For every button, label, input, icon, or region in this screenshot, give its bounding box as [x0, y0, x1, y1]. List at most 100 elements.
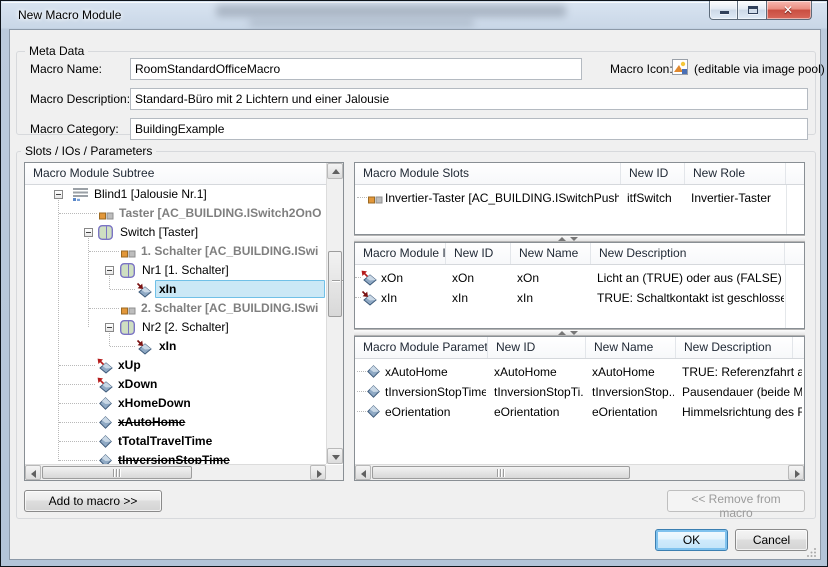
tree-item-ttotaltraveltime[interactable]: tTotalTravelTime [25, 432, 326, 451]
parameter-icon [99, 416, 112, 432]
splitter-down-arrow[interactable] [570, 331, 578, 335]
column-header[interactable]: New ID [488, 337, 586, 358]
tree-item-xin-selected[interactable]: xIn [25, 280, 326, 299]
splitter-down-arrow[interactable] [570, 237, 578, 241]
macro-category-input[interactable] [130, 118, 808, 140]
ios-table-row[interactable]: xOn xOn xOn Licht an (TRUE) oder aus (FA… [355, 268, 804, 288]
column-header-spacer [785, 243, 804, 264]
params-table-row[interactable]: eOrientation eOrientation eOrientation H… [355, 402, 804, 422]
tree-item-xhomedown[interactable]: xHomeDown [25, 394, 326, 413]
tree-item-schalter2[interactable]: 2. Schalter [AC_BUILDING.ISwi [25, 299, 326, 318]
ok-button[interactable]: OK [655, 529, 728, 551]
tree-item-xdown[interactable]: xDown [25, 375, 326, 394]
scroll-up-button[interactable] [327, 163, 343, 179]
tree-header-label: Macro Module Subtree [25, 163, 326, 184]
collapse-icon[interactable] [84, 228, 93, 237]
tree-item-xup[interactable]: xUp [25, 356, 326, 375]
macro-description-label: Macro Description: [30, 92, 130, 106]
column-header[interactable]: Macro Module Slots [355, 163, 621, 184]
params-table-header[interactable]: Macro Module Paramet... New ID New Name … [355, 337, 804, 359]
param-name: xAutoHome [385, 365, 486, 379]
tree-item-label-selected: xIn [155, 280, 325, 298]
collapse-icon[interactable] [54, 190, 63, 199]
scroll-down-button[interactable] [327, 448, 343, 464]
macro-description-input[interactable] [130, 88, 808, 110]
scroll-right-button[interactable] [310, 465, 326, 480]
collapse-icon[interactable] [105, 266, 114, 275]
column-header[interactable]: New Name [586, 337, 676, 358]
scrollbar-thumb[interactable] [328, 251, 342, 317]
column-header-spacer [786, 163, 804, 184]
column-header[interactable]: New Role [685, 163, 786, 184]
param-name: tInversionStopTime [385, 385, 486, 399]
column-header[interactable]: New Description [676, 337, 793, 358]
close-button[interactable]: ✕ [767, 1, 812, 20]
tree-horizontal-scrollbar[interactable] [25, 464, 326, 480]
param-new-name: xAutoHome [592, 365, 674, 379]
param-name: eOrientation [385, 405, 486, 419]
splitter-up-arrow[interactable] [558, 331, 566, 335]
tree-item-tinversionstoptime[interactable]: tInversionStopTime [25, 451, 326, 464]
splitter-ios-params[interactable] [354, 329, 805, 336]
window-controls: ✕ [709, 1, 812, 20]
minimize-button[interactable] [709, 1, 738, 20]
param-new-id: tInversionStopTi... [494, 385, 584, 399]
scroll-left-button[interactable] [355, 465, 371, 480]
param-new-description: TRUE: Referenzfahrt auto [682, 365, 802, 379]
column-header[interactable]: New ID [446, 243, 511, 264]
tree-item-switch[interactable]: Switch [Taster] [25, 223, 326, 242]
resize-grip[interactable] [807, 546, 817, 556]
scroll-right-button[interactable] [788, 465, 804, 480]
slot-icon [99, 209, 114, 223]
tree-item-taster[interactable]: Taster [AC_BUILDING.ISwitch2OnO [25, 204, 326, 223]
slot-new-id: itfSwitch [627, 191, 683, 205]
parameter-icon [367, 405, 380, 421]
maximize-button[interactable] [738, 1, 767, 20]
slots-table-row[interactable]: Invertier-Taster [AC_BUILDING.ISwitchPus… [355, 188, 804, 208]
tree-item-label: tInversionStopTime [118, 453, 230, 464]
cancel-button[interactable]: Cancel [735, 529, 808, 551]
column-header[interactable]: Macro Module Paramet... [355, 337, 488, 358]
column-header[interactable]: New Name [511, 243, 591, 264]
tree-item-label: xUp [118, 358, 141, 372]
params-table-row[interactable]: tInversionStopTime tInversionStopTi... t… [355, 382, 804, 402]
macro-image-icon[interactable] [672, 59, 688, 78]
tree-item-xautohome[interactable]: xAutoHome [25, 413, 326, 432]
glass-blur-artifact [216, 5, 566, 17]
tree-item-xin2[interactable]: xIn [25, 337, 326, 356]
splitter-slots-ios[interactable] [354, 235, 805, 242]
tree-item-nr2[interactable]: Nr2 [2. Schalter] [25, 318, 326, 337]
ios-table-row[interactable]: xIn xIn xIn TRUE: Schaltkontakt ist gesc… [355, 288, 804, 308]
tree-item-blind1[interactable]: Blind1 [Jalousie Nr.1] [25, 185, 326, 204]
macro-name-label: Macro Name: [30, 62, 102, 76]
minimize-icon [720, 11, 729, 14]
add-to-macro-button[interactable]: Add to macro >> [24, 490, 162, 512]
io-name: xIn [381, 291, 444, 305]
meta-data-legend: Meta Data [25, 44, 88, 58]
slot-icon [368, 193, 383, 207]
params-horizontal-scrollbar[interactable] [355, 464, 804, 480]
param-new-name: tInversionStop... [592, 385, 674, 399]
remove-from-macro-button[interactable]: << Remove from macro [667, 490, 805, 512]
tree-item-schalter1[interactable]: 1. Schalter [AC_BUILDING.ISwi [25, 242, 326, 261]
tree-header[interactable]: Macro Module Subtree [25, 163, 326, 185]
slot-icon [121, 304, 136, 318]
macro-module-slots-panel: Macro Module Slots New ID New Role Inver… [354, 162, 805, 235]
param-new-description: Himmelsrichtung des Fer [682, 405, 802, 419]
slots-table-header[interactable]: Macro Module Slots New ID New Role [355, 163, 804, 185]
scrollbar-thumb[interactable] [372, 466, 630, 479]
tree-vertical-scrollbar[interactable] [326, 163, 343, 464]
ios-table-header[interactable]: Macro Module I... New ID New Name New De… [355, 243, 804, 265]
column-header[interactable]: New Description [591, 243, 785, 264]
title-bar[interactable]: New Macro Module ✕ [1, 1, 827, 29]
column-header[interactable]: New ID [621, 163, 685, 184]
column-header[interactable]: Macro Module I... [355, 243, 446, 264]
splitter-up-arrow[interactable] [558, 237, 566, 241]
scroll-left-button[interactable] [25, 465, 41, 480]
scrollbar-thumb[interactable] [42, 466, 192, 479]
params-table-row[interactable]: xAutoHome xAutoHome xAutoHome TRUE: Refe… [355, 362, 804, 382]
macro-name-input[interactable] [130, 58, 582, 80]
macro-module-subtree-panel: Macro Module Subtree Blind1 [Jalousie Nr… [24, 162, 344, 481]
tree-item-nr1[interactable]: Nr1 [1. Schalter] [25, 261, 326, 280]
collapse-icon[interactable] [105, 323, 114, 332]
